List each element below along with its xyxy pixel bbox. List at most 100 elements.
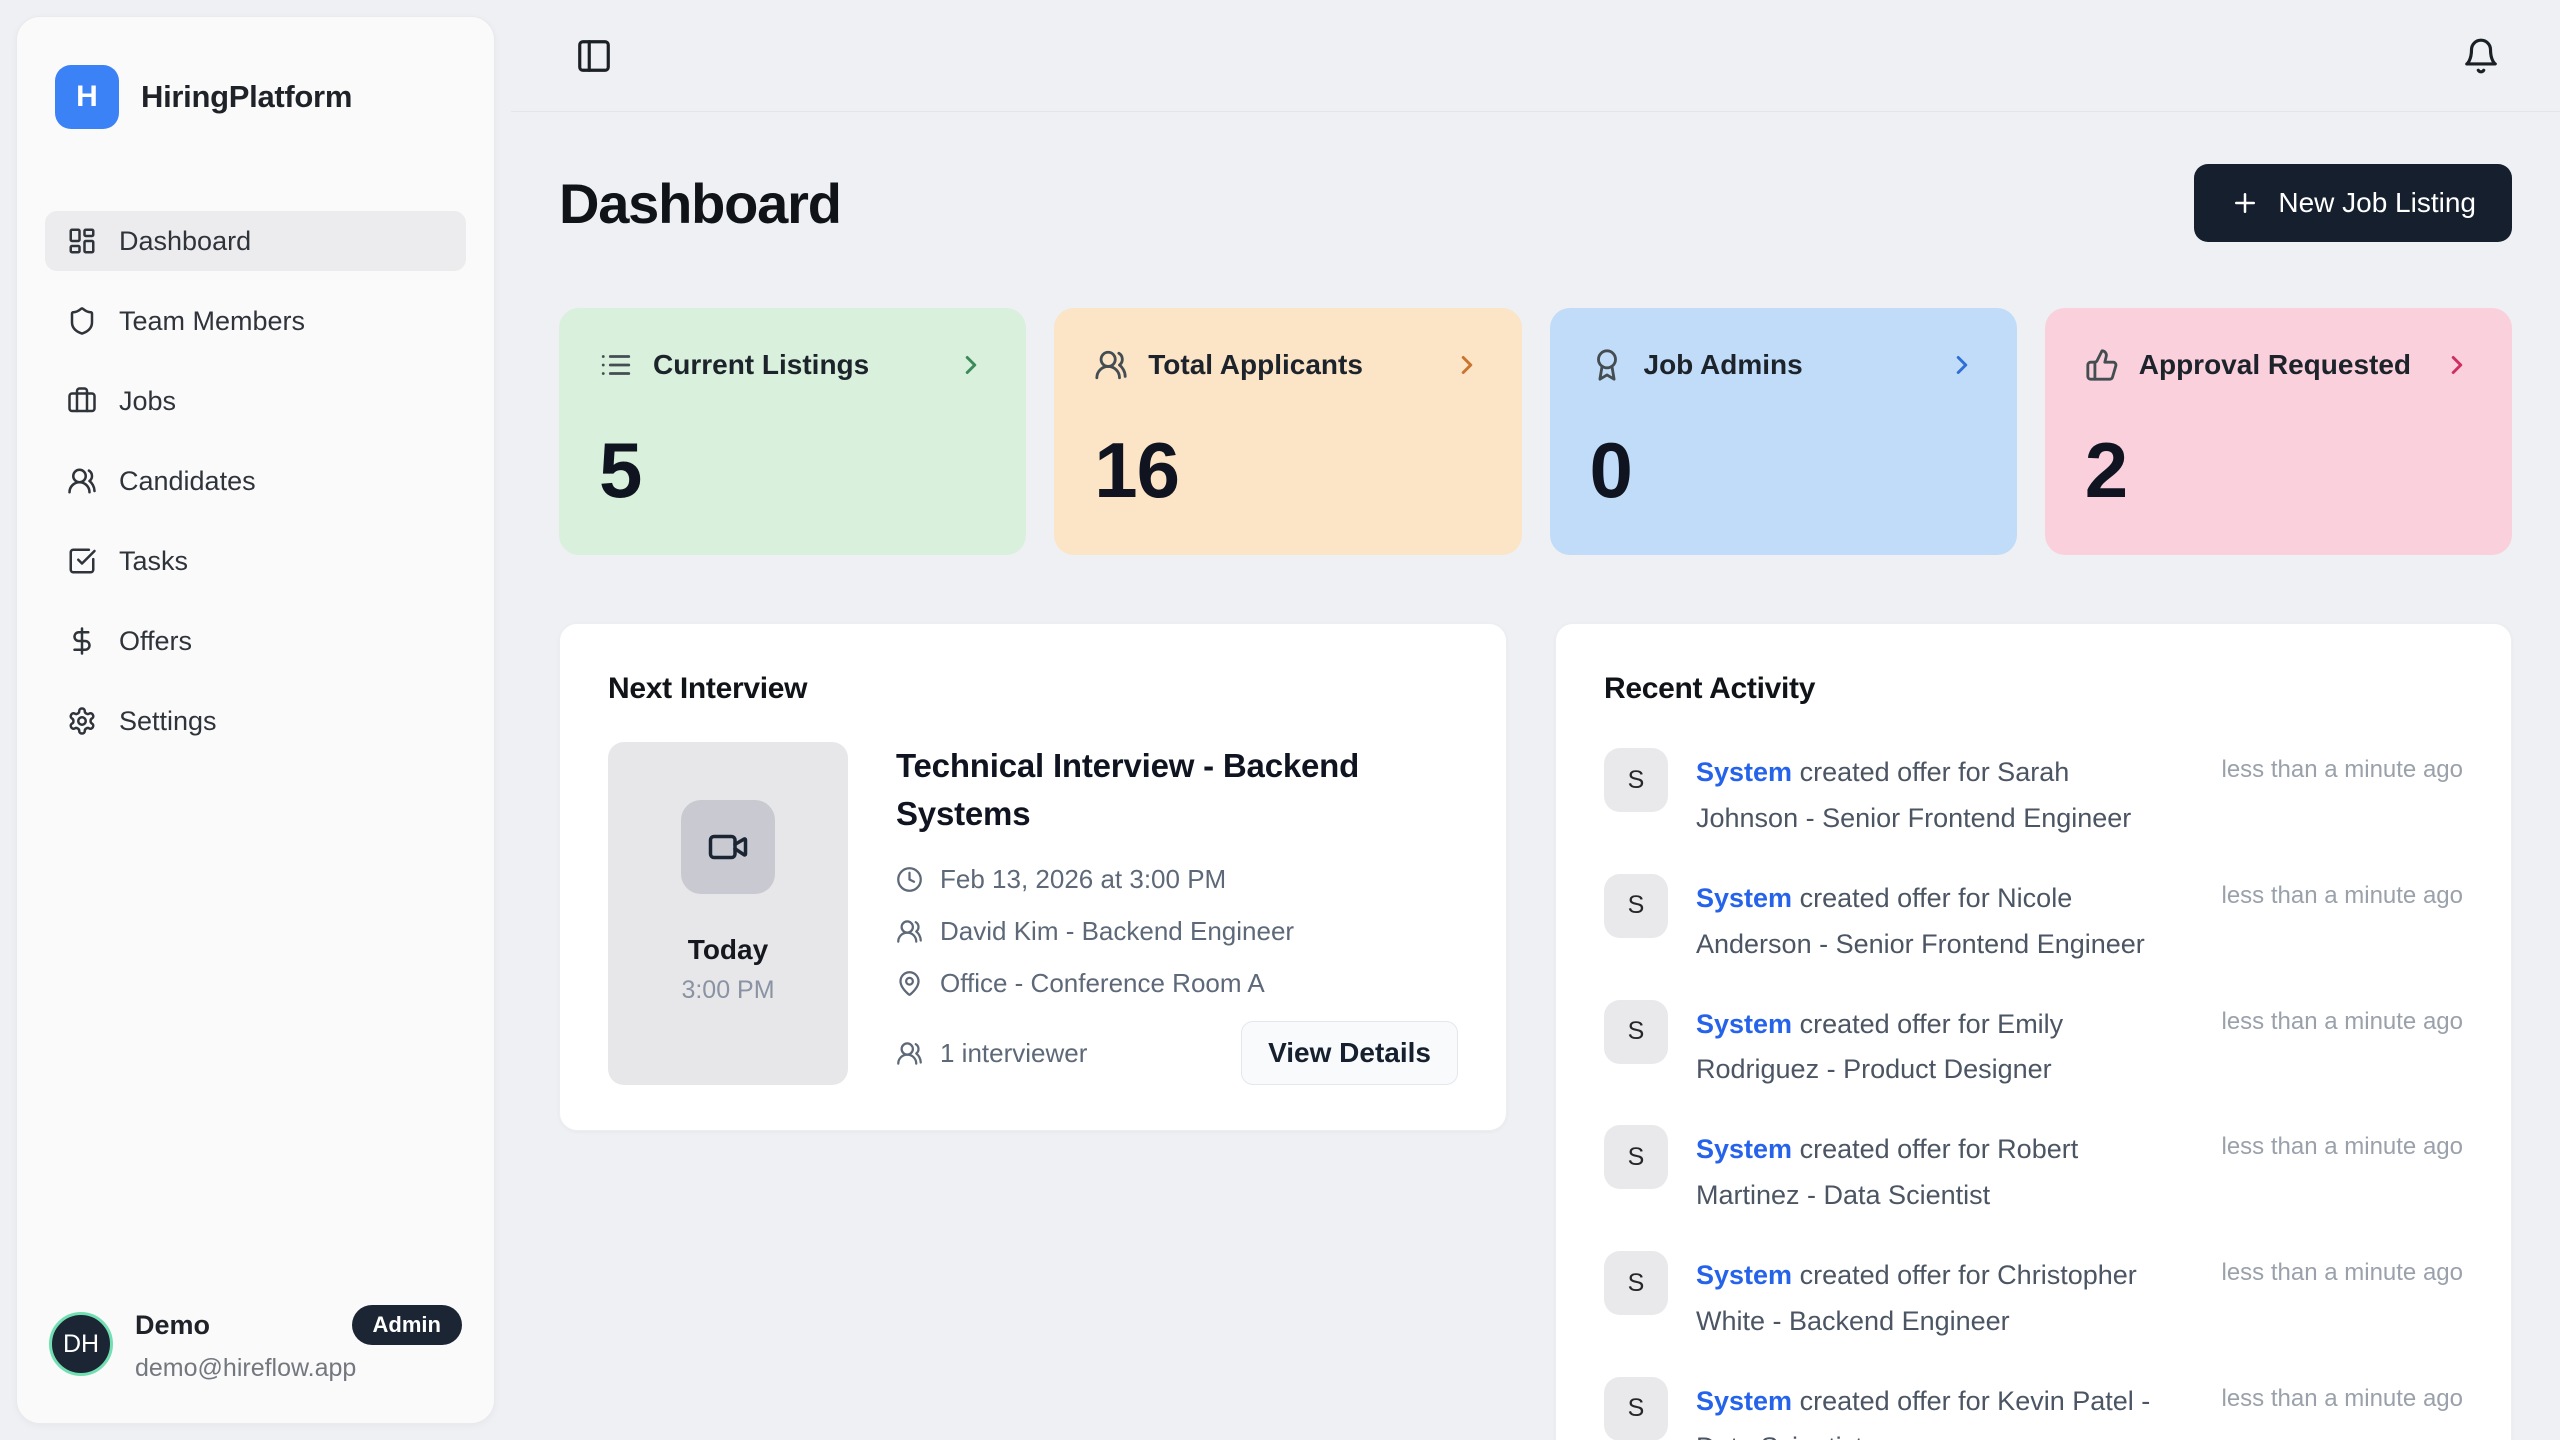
interview-datetime-row: Feb 13, 2026 at 3:00 PM [896,864,1458,895]
user-name: Demo [135,1310,210,1341]
interview-date-tile: Today 3:00 PM [608,742,848,1085]
sidebar-item-team-members[interactable]: Team Members [45,291,466,351]
user-info: Demo Admin demo@hireflow.app [135,1305,462,1383]
activity-list: S System created offer for Sarah Johnson… [1604,748,2463,1440]
stat-label: Job Admins [1644,349,1927,381]
activity-text: System created offer for Nicole Anderson… [1696,874,2178,968]
stat-card-approval-requested[interactable]: Approval Requested 2 [2045,308,2512,555]
avatar-initials: DH [63,1330,99,1359]
topbar [511,0,2560,112]
sidebar-item-label: Tasks [119,546,188,577]
activity-avatar: S [1604,1377,1668,1440]
stat-value: 2 [2085,431,2472,509]
page-title: Dashboard [559,171,841,236]
interview-location-row: Office - Conference Room A [896,968,1458,999]
user-email: demo@hireflow.app [135,1354,462,1383]
recent-activity-title: Recent Activity [1604,672,2463,706]
activity-text: System created offer for Robert Martinez… [1696,1125,2178,1219]
stat-card-total-applicants[interactable]: Total Applicants 16 [1054,308,1521,555]
activity-text: System created offer for Christopher Whi… [1696,1251,2178,1345]
clock-icon [896,866,923,893]
stat-card-current-listings[interactable]: Current Listings 5 [559,308,1026,555]
stat-label: Total Applicants [1148,349,1431,381]
activity-timestamp: less than a minute ago [2222,748,2464,784]
activity-text: System created offer for Sarah Johnson -… [1696,748,2178,842]
sidebar-item-label: Offers [119,626,192,657]
sidebar-item-tasks[interactable]: Tasks [45,531,466,591]
award-icon [1590,348,1624,382]
interview-interviewer-row: David Kim - Backend Engineer [896,916,1458,947]
activity-avatar: S [1604,748,1668,812]
sidebar-item-label: Dashboard [119,226,251,257]
interview-datetime: Feb 13, 2026 at 3:00 PM [940,864,1226,895]
next-interview-panel: Next Interview Today 3:00 PM Technical I… [559,623,1507,1131]
activity-actor[interactable]: System [1696,1009,1792,1039]
shield-icon [67,306,97,336]
interview-job-title: Technical Interview - Backend Systems [896,742,1458,838]
chevron-right-icon [1452,350,1482,380]
users-icon [67,466,97,496]
thumbs-up-icon [2085,348,2119,382]
activity-text: System created offer for Emily Rodriguez… [1696,1000,2178,1094]
activity-timestamp: less than a minute ago [2222,1251,2464,1287]
sidebar-toggle-button[interactable] [575,37,613,75]
briefcase-icon [67,386,97,416]
sidebar: H HiringPlatform Dashboard Team Members … [16,16,495,1424]
stat-card-job-admins[interactable]: Job Admins 0 [1550,308,2017,555]
activity-timestamp: less than a minute ago [2222,874,2464,910]
sidebar-item-label: Settings [119,706,217,737]
users-icon [1094,348,1128,382]
recent-activity-panel: Recent Activity S System created offer f… [1555,623,2512,1440]
main-content: Dashboard New Job Listing Current Listin… [511,112,2560,1440]
stat-label: Approval Requested [2139,349,2422,381]
panel-left-icon [575,37,613,75]
interview-location: Office - Conference Room A [940,968,1265,999]
activity-item: S System created offer for Christopher W… [1604,1251,2463,1345]
new-job-listing-button[interactable]: New Job Listing [2194,164,2512,242]
gear-icon [67,706,97,736]
video-camera-icon [681,800,775,894]
brand: H HiringPlatform [45,65,466,129]
next-interview-title: Next Interview [608,672,1458,706]
sidebar-item-label: Team Members [119,306,305,337]
activity-actor[interactable]: System [1696,757,1792,787]
activity-actor[interactable]: System [1696,1260,1792,1290]
interview-interviewer: David Kim - Backend Engineer [940,916,1294,947]
interviewer-count: 1 interviewer [940,1038,1087,1069]
dollar-icon [67,626,97,656]
stat-label: Current Listings [653,349,936,381]
new-job-listing-label: New Job Listing [2278,187,2476,219]
stat-value: 5 [599,431,986,509]
map-pin-icon [896,970,923,997]
sidebar-item-jobs[interactable]: Jobs [45,371,466,431]
app-name: HiringPlatform [141,79,352,115]
sidebar-item-candidates[interactable]: Candidates [45,451,466,511]
users-icon [896,1040,923,1067]
sidebar-item-offers[interactable]: Offers [45,611,466,671]
activity-avatar: S [1604,874,1668,938]
stat-value: 16 [1094,431,1481,509]
activity-avatar: S [1604,1000,1668,1064]
activity-actor[interactable]: System [1696,883,1792,913]
activity-timestamp: less than a minute ago [2222,1125,2464,1161]
activity-item: S System created offer for Nicole Anders… [1604,874,2463,968]
activity-timestamp: less than a minute ago [2222,1377,2464,1413]
layout-dashboard-icon [67,226,97,256]
user-card[interactable]: DH Demo Admin demo@hireflow.app [45,1305,466,1383]
check-square-icon [67,546,97,576]
sidebar-item-label: Candidates [119,466,256,497]
view-details-button[interactable]: View Details [1241,1021,1458,1085]
stat-value: 0 [1590,431,1977,509]
sidebar-spacer [45,751,466,1305]
sidebar-item-settings[interactable]: Settings [45,691,466,751]
activity-actor[interactable]: System [1696,1134,1792,1164]
app-logo-letter: H [76,80,98,114]
activity-actor[interactable]: System [1696,1386,1792,1416]
notifications-button[interactable] [2462,37,2500,75]
sidebar-item-dashboard[interactable]: Dashboard [45,211,466,271]
chevron-right-icon [2442,350,2472,380]
activity-text: System created offer for Kevin Patel - D… [1696,1377,2178,1440]
app-logo: H [55,65,119,129]
activity-item: S System created offer for Robert Martin… [1604,1125,2463,1219]
role-badge: Admin [352,1305,462,1345]
